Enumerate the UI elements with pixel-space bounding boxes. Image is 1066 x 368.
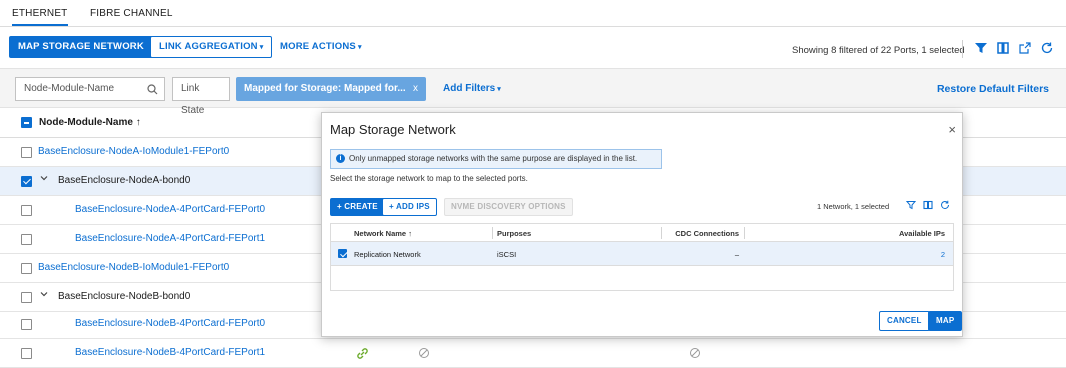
- row-checkbox[interactable]: [21, 147, 32, 158]
- bond-name: BaseEnclosure-NodeB-bond0: [58, 291, 191, 302]
- table-row[interactable]: BaseEnclosure-NodeB-4PortCard-FEPort1: [0, 339, 1066, 368]
- column-header-network-name[interactable]: Network Name ↑: [354, 229, 412, 238]
- network-table: Network Name ↑ Purposes CDC Connections …: [330, 223, 954, 291]
- dialog-title: Map Storage Network: [330, 122, 456, 137]
- available-ips-link[interactable]: 2: [941, 250, 945, 259]
- chevron-down-icon: ▾: [357, 44, 362, 51]
- row-checkbox[interactable]: [338, 249, 347, 258]
- map-storage-network-dialog: Map Storage Network × i Only unmapped st…: [321, 112, 963, 337]
- link-aggregation-button[interactable]: LINK AGGREGATION ▾: [150, 36, 273, 58]
- map-storage-network-label: MAP STORAGE NETWORK: [18, 41, 144, 52]
- mapped-for-storage-filter-chip[interactable]: Mapped for Storage: Mapped for... x: [236, 77, 426, 101]
- port-name-link[interactable]: BaseEnclosure-NodeB-4PortCard-FEPort1: [75, 347, 265, 358]
- nvme-discovery-options-label: NVME DISCOVERY OPTIONS: [451, 202, 566, 211]
- link-aggregation-label: LINK AGGREGATION: [159, 41, 258, 52]
- map-label: MAP: [936, 316, 955, 325]
- filter-icon[interactable]: [905, 200, 917, 213]
- cdc-connections-value: –: [734, 250, 739, 259]
- column-header-purposes[interactable]: Purposes: [497, 229, 531, 238]
- link-icon: [357, 348, 368, 359]
- cancel-label: CANCEL: [887, 316, 922, 325]
- port-name-link[interactable]: BaseEnclosure-NodeA-4PortCard-FEPort1: [75, 233, 265, 244]
- port-type-tabs: ETHERNET FIBRE CHANNEL: [0, 0, 1066, 27]
- info-text: Only unmapped storage networks with the …: [349, 154, 638, 163]
- select-all-checkbox[interactable]: [21, 117, 32, 128]
- column-divider: [661, 227, 662, 239]
- dialog-instruction: Select the storage network to map to the…: [330, 174, 528, 183]
- create-button[interactable]: + CREATE: [330, 198, 385, 216]
- chevron-down-icon: ▾: [497, 86, 501, 93]
- chevron-down-icon[interactable]: [40, 174, 48, 184]
- network-count: 1 Network, 1 selected: [817, 202, 890, 211]
- column-divider: [744, 227, 745, 239]
- tab-ethernet[interactable]: ETHERNET: [12, 8, 68, 26]
- toolbar-divider: [962, 40, 963, 58]
- column-header-label: Node-Module-Name: [39, 117, 133, 128]
- column-header-available-ips[interactable]: Available IPs: [899, 229, 945, 238]
- column-header-cdc-connections[interactable]: CDC Connections: [675, 229, 739, 238]
- not-applicable-icon: [690, 348, 700, 358]
- restore-default-filters-link[interactable]: Restore Default Filters: [937, 83, 1049, 95]
- create-label: + CREATE: [337, 202, 378, 211]
- column-divider: [492, 227, 493, 239]
- add-ips-label: + ADD IPS: [389, 202, 430, 211]
- toolbar: MAP STORAGE NETWORK LINK AGGREGATION ▾ MO…: [0, 28, 1066, 68]
- filter-chip-label: Mapped for Storage: Mapped for...: [244, 83, 406, 94]
- column-header-label: Network Name: [354, 229, 407, 238]
- cancel-button[interactable]: CANCEL: [879, 311, 930, 331]
- link-state-filter[interactable]: Link State: [172, 77, 230, 116]
- search-input[interactable]: Node-Module-Name: [15, 77, 165, 101]
- search-placeholder: Node-Module-Name: [24, 83, 115, 94]
- map-button[interactable]: MAP: [928, 311, 963, 331]
- add-filters-button[interactable]: Add Filters ▾: [443, 83, 501, 94]
- close-icon[interactable]: ×: [948, 122, 956, 137]
- bond-name: BaseEnclosure-NodeA-bond0: [58, 175, 191, 186]
- chevron-down-icon: ▾: [259, 44, 264, 51]
- port-name-link[interactable]: BaseEnclosure-NodeA-IoModule1-FEPort0: [38, 146, 229, 157]
- filter-icon[interactable]: [973, 41, 989, 57]
- nvme-discovery-options-button[interactable]: NVME DISCOVERY OPTIONS: [444, 198, 573, 216]
- tab-fibre-channel[interactable]: FIBRE CHANNEL: [90, 8, 173, 19]
- row-checkbox[interactable]: [21, 234, 32, 245]
- more-actions-label: MORE ACTIONS: [280, 41, 356, 52]
- columns-icon[interactable]: [995, 41, 1011, 57]
- port-name-link[interactable]: BaseEnclosure-NodeB-IoModule1-FEPort0: [38, 262, 229, 273]
- table-row[interactable]: Replication Network iSCSI – 2: [331, 242, 953, 266]
- row-checkbox[interactable]: [21, 292, 32, 303]
- map-storage-network-button[interactable]: MAP STORAGE NETWORK: [9, 36, 153, 58]
- results-count: Showing 8 filtered of 22 Ports, 1 select…: [792, 45, 965, 56]
- network-name: Replication Network: [354, 250, 421, 259]
- refresh-icon[interactable]: [1039, 41, 1055, 57]
- sort-ascending-icon: ↑: [135, 117, 141, 128]
- refresh-icon[interactable]: [940, 200, 950, 213]
- close-icon[interactable]: x: [413, 77, 418, 101]
- columns-icon[interactable]: [923, 200, 933, 213]
- export-icon[interactable]: [1017, 41, 1033, 57]
- row-checkbox[interactable]: [21, 205, 32, 216]
- info-icon: i: [336, 154, 345, 163]
- network-purposes: iSCSI: [497, 250, 517, 259]
- add-ips-button[interactable]: + ADD IPS: [382, 198, 437, 216]
- filter-bar: Node-Module-Name Link State Mapped for S…: [0, 68, 1066, 116]
- row-checkbox[interactable]: [21, 348, 32, 359]
- info-banner: i Only unmapped storage networks with th…: [330, 149, 662, 169]
- row-checkbox[interactable]: [21, 319, 32, 330]
- more-actions-button[interactable]: MORE ACTIONS ▾: [271, 36, 371, 58]
- sort-ascending-icon: ↑: [408, 229, 412, 238]
- row-checkbox[interactable]: [21, 263, 32, 274]
- add-filters-label: Add Filters: [443, 83, 496, 94]
- column-header-node-module-name[interactable]: Node-Module-Name ↑: [39, 117, 141, 128]
- not-applicable-icon: [419, 348, 429, 358]
- row-checkbox[interactable]: [21, 176, 32, 187]
- chevron-down-icon[interactable]: [40, 290, 48, 300]
- network-table-header: Network Name ↑ Purposes CDC Connections …: [331, 224, 953, 242]
- port-name-link[interactable]: BaseEnclosure-NodeB-4PortCard-FEPort0: [75, 318, 265, 329]
- search-icon: [147, 84, 158, 95]
- port-name-link[interactable]: BaseEnclosure-NodeA-4PortCard-FEPort0: [75, 204, 265, 215]
